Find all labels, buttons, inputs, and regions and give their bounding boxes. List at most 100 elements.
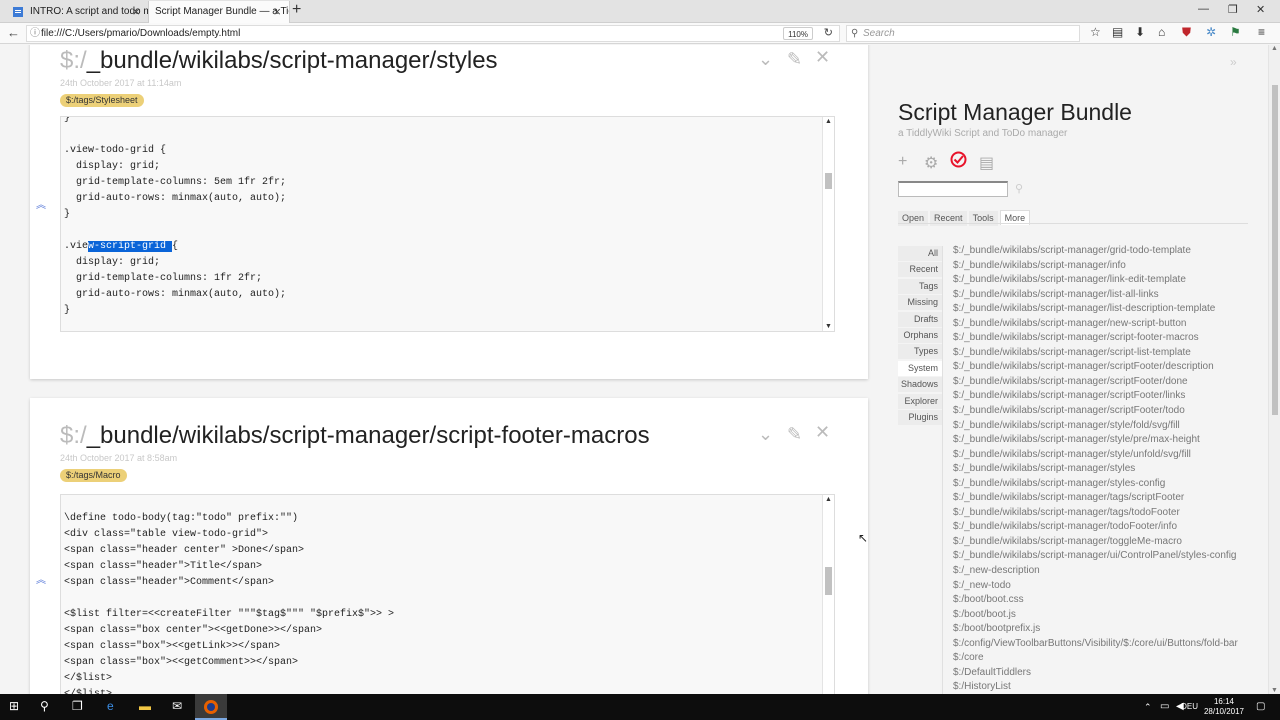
show-hidden-icons-chevron-icon[interactable]: ⌃ <box>1144 702 1152 713</box>
tiddler-link[interactable]: $:/_bundle/wikilabs/script-manager/list-… <box>953 302 1253 317</box>
fold-toggle-icon[interactable]: ︽ <box>36 571 46 586</box>
tiddler-link[interactable]: $:/_new-description <box>953 564 1253 579</box>
tiddler-link[interactable]: $:/_bundle/wikilabs/script-manager/toggl… <box>953 535 1253 550</box>
tiddler-link[interactable]: $:/_bundle/wikilabs/script-manager/scrip… <box>953 346 1253 361</box>
tiddler-link[interactable]: $:/_bundle/wikilabs/script-manager/scrip… <box>953 360 1253 375</box>
scroll-up-arrow-icon[interactable]: ▲ <box>1271 45 1278 52</box>
close-tiddler-icon[interactable]: ✕ <box>815 422 830 443</box>
fold-chevron-icon[interactable]: ⌄ <box>758 424 773 445</box>
new-tab-button[interactable]: + <box>292 1 301 19</box>
scroll-up-arrow-icon[interactable]: ▲ <box>825 118 832 125</box>
firefox-taskbar-button[interactable] <box>195 694 227 720</box>
tiddler-link[interactable]: $:/_new-todo <box>953 579 1253 594</box>
code-block[interactable]: \define todo-body(tag:"todo" prefix:"") … <box>60 494 835 694</box>
more-tab-all[interactable]: All <box>898 246 942 261</box>
ublock-shield-icon[interactable]: ⛊ <box>1182 25 1191 40</box>
edit-pencil-icon[interactable]: ✎ <box>787 424 802 445</box>
tiddler-link[interactable]: $:/core <box>953 651 1253 666</box>
tiddler-link[interactable]: $:/_bundle/wikilabs/script-manager/tags/… <box>953 491 1253 506</box>
tiddler-link[interactable]: $:/boot/boot.css <box>953 593 1253 608</box>
edit-pencil-icon[interactable]: ✎ <box>787 49 802 70</box>
tiddler-link[interactable]: $:/_bundle/wikilabs/script-manager/style… <box>953 419 1253 434</box>
tiddler-link[interactable]: $:/_bundle/wikilabs/script-manager/style… <box>953 477 1253 492</box>
search-icon[interactable]: ⚲ <box>40 699 49 713</box>
more-tab-recent[interactable]: Recent <box>898 262 942 278</box>
notifications-icon[interactable]: ▢ <box>1256 701 1265 712</box>
browser-tab-intro[interactable]: INTRO: A script and todo m × <box>0 1 148 23</box>
scrollbar-thumb[interactable] <box>825 173 832 189</box>
browser-tab-active[interactable]: Script Manager Bundle — a Tidd × <box>148 1 290 23</box>
code-scrollbar[interactable]: ▲ <box>822 495 834 694</box>
tag-pill[interactable]: $:/tags/Stylesheet <box>60 94 144 107</box>
extension-icon[interactable]: ✲ <box>1206 25 1216 39</box>
close-tab-icon[interactable]: × <box>132 1 140 22</box>
scrollbar-thumb[interactable] <box>1272 85 1278 415</box>
tiddler-link[interactable]: $:/_bundle/wikilabs/script-manager/grid-… <box>953 244 1253 259</box>
tag-pill[interactable]: $:/tags/Macro <box>60 469 127 482</box>
search-icon[interactable]: ⚲ <box>1015 182 1023 195</box>
tiddler-link[interactable]: $:/config/ViewToolbarButtons/Visibility/… <box>953 637 1253 652</box>
todo-check-icon[interactable] <box>950 151 967 173</box>
tiddler-link[interactable]: $:/_bundle/wikilabs/script-manager/scrip… <box>953 331 1253 346</box>
tiddler-link[interactable]: $:/_bundle/wikilabs/script-manager/info <box>953 259 1253 274</box>
tiddler-link[interactable]: $:/_bundle/wikilabs/script-manager/scrip… <box>953 375 1253 390</box>
code-block[interactable]: } .view-todo-grid { display: grid; grid-… <box>60 116 835 332</box>
more-tab-shadows[interactable]: Shadows <box>898 377 942 393</box>
download-icon[interactable]: ⬇ <box>1135 25 1145 39</box>
close-window-icon[interactable]: ✕ <box>1256 3 1265 16</box>
scroll-up-arrow-icon[interactable]: ▲ <box>825 496 832 503</box>
collapse-sidebar-icon[interactable]: » <box>1230 55 1237 69</box>
more-tab-orphans[interactable]: Orphans <box>898 327 942 343</box>
more-tab-types[interactable]: Types <box>898 344 942 360</box>
tiddler-link[interactable]: $:/_bundle/wikilabs/script-manager/ui/Co… <box>953 549 1253 564</box>
extension-icon[interactable]: ⚑ <box>1230 25 1241 39</box>
edge-browser-icon[interactable]: e <box>107 699 114 713</box>
tiddler-link[interactable]: $:/_bundle/wikilabs/script-manager/todoF… <box>953 520 1253 535</box>
minimize-icon[interactable]: — <box>1198 3 1209 15</box>
scroll-down-arrow-icon[interactable]: ▼ <box>1271 687 1278 694</box>
mail-icon[interactable]: ✉ <box>172 699 182 713</box>
page-scrollbar[interactable]: ▲ ▼ <box>1268 45 1280 694</box>
more-tab-tags[interactable]: Tags <box>898 278 942 294</box>
url-bar[interactable]: ⓘ file:///C:/Users/pmario/Downloads/empt… <box>26 25 840 42</box>
more-tab-plugins[interactable]: Plugins <box>898 409 942 425</box>
code-scrollbar[interactable]: ▲ ▼ <box>822 117 834 331</box>
fold-toggle-icon[interactable]: ︽ <box>36 196 46 211</box>
tiddler-link[interactable]: $:/DefaultTiddlers <box>953 666 1253 681</box>
tiddler-link[interactable]: $:/_bundle/wikilabs/script-manager/link-… <box>953 273 1253 288</box>
tiddler-link[interactable]: $:/_bundle/wikilabs/script-manager/tags/… <box>953 506 1253 521</box>
sidebar-search-input[interactable] <box>898 181 1008 197</box>
tiddler-link[interactable]: $:/_bundle/wikilabs/script-manager/style… <box>953 448 1253 463</box>
tiddler-link[interactable]: $:/_bundle/wikilabs/script-manager/scrip… <box>953 389 1253 404</box>
back-arrow-icon[interactable]: ← <box>7 25 20 40</box>
new-script-page-icon[interactable]: ▤ <box>979 153 994 173</box>
tiddler-link[interactable]: $:/_bundle/wikilabs/script-manager/list-… <box>953 288 1253 303</box>
scroll-down-arrow-icon[interactable]: ▼ <box>825 323 832 330</box>
fold-chevron-icon[interactable]: ⌄ <box>758 49 773 70</box>
zoom-level[interactable]: 110% <box>783 27 813 40</box>
home-icon[interactable]: ⌂ <box>1158 25 1165 39</box>
scrollbar-thumb[interactable] <box>825 567 832 595</box>
tiddler-link[interactable]: $:/_bundle/wikilabs/script-manager/new-s… <box>953 317 1253 332</box>
more-tab-drafts[interactable]: Drafts <box>898 311 942 327</box>
tiddler-link[interactable]: $:/_bundle/wikilabs/script-manager/style… <box>953 462 1253 477</box>
info-icon[interactable]: ⓘ <box>30 26 40 41</box>
tiddler-link[interactable]: $:/_bundle/wikilabs/script-manager/style… <box>953 433 1253 448</box>
tiddler-link[interactable]: $:/boot/boot.js <box>953 608 1253 623</box>
close-tab-icon[interactable]: × <box>273 1 281 22</box>
gear-icon[interactable]: ⚙ <box>924 153 938 173</box>
close-tiddler-icon[interactable]: ✕ <box>815 47 830 68</box>
file-explorer-icon[interactable]: ▬ <box>139 699 151 713</box>
more-tab-system[interactable]: System <box>898 360 942 376</box>
reload-icon[interactable]: ↻ <box>824 26 833 41</box>
bookmark-star-icon[interactable]: ☆ <box>1090 25 1101 39</box>
search-input[interactable]: ⚲ Search <box>846 25 1080 42</box>
tiddler-link[interactable]: $:/_bundle/wikilabs/script-manager/scrip… <box>953 404 1253 419</box>
new-tiddler-plus-icon[interactable]: + <box>898 153 907 171</box>
task-view-icon[interactable]: ❐ <box>72 699 83 713</box>
network-icon[interactable]: ▭ <box>1160 701 1169 712</box>
system-clock[interactable]: 16:14 28/10/2017 <box>1204 697 1244 717</box>
tiddler-link[interactable]: $:/HistoryList <box>953 680 1253 694</box>
windows-start-icon[interactable]: ⊞ <box>9 699 19 713</box>
hamburger-menu-icon[interactable]: ≡ <box>1258 25 1265 39</box>
